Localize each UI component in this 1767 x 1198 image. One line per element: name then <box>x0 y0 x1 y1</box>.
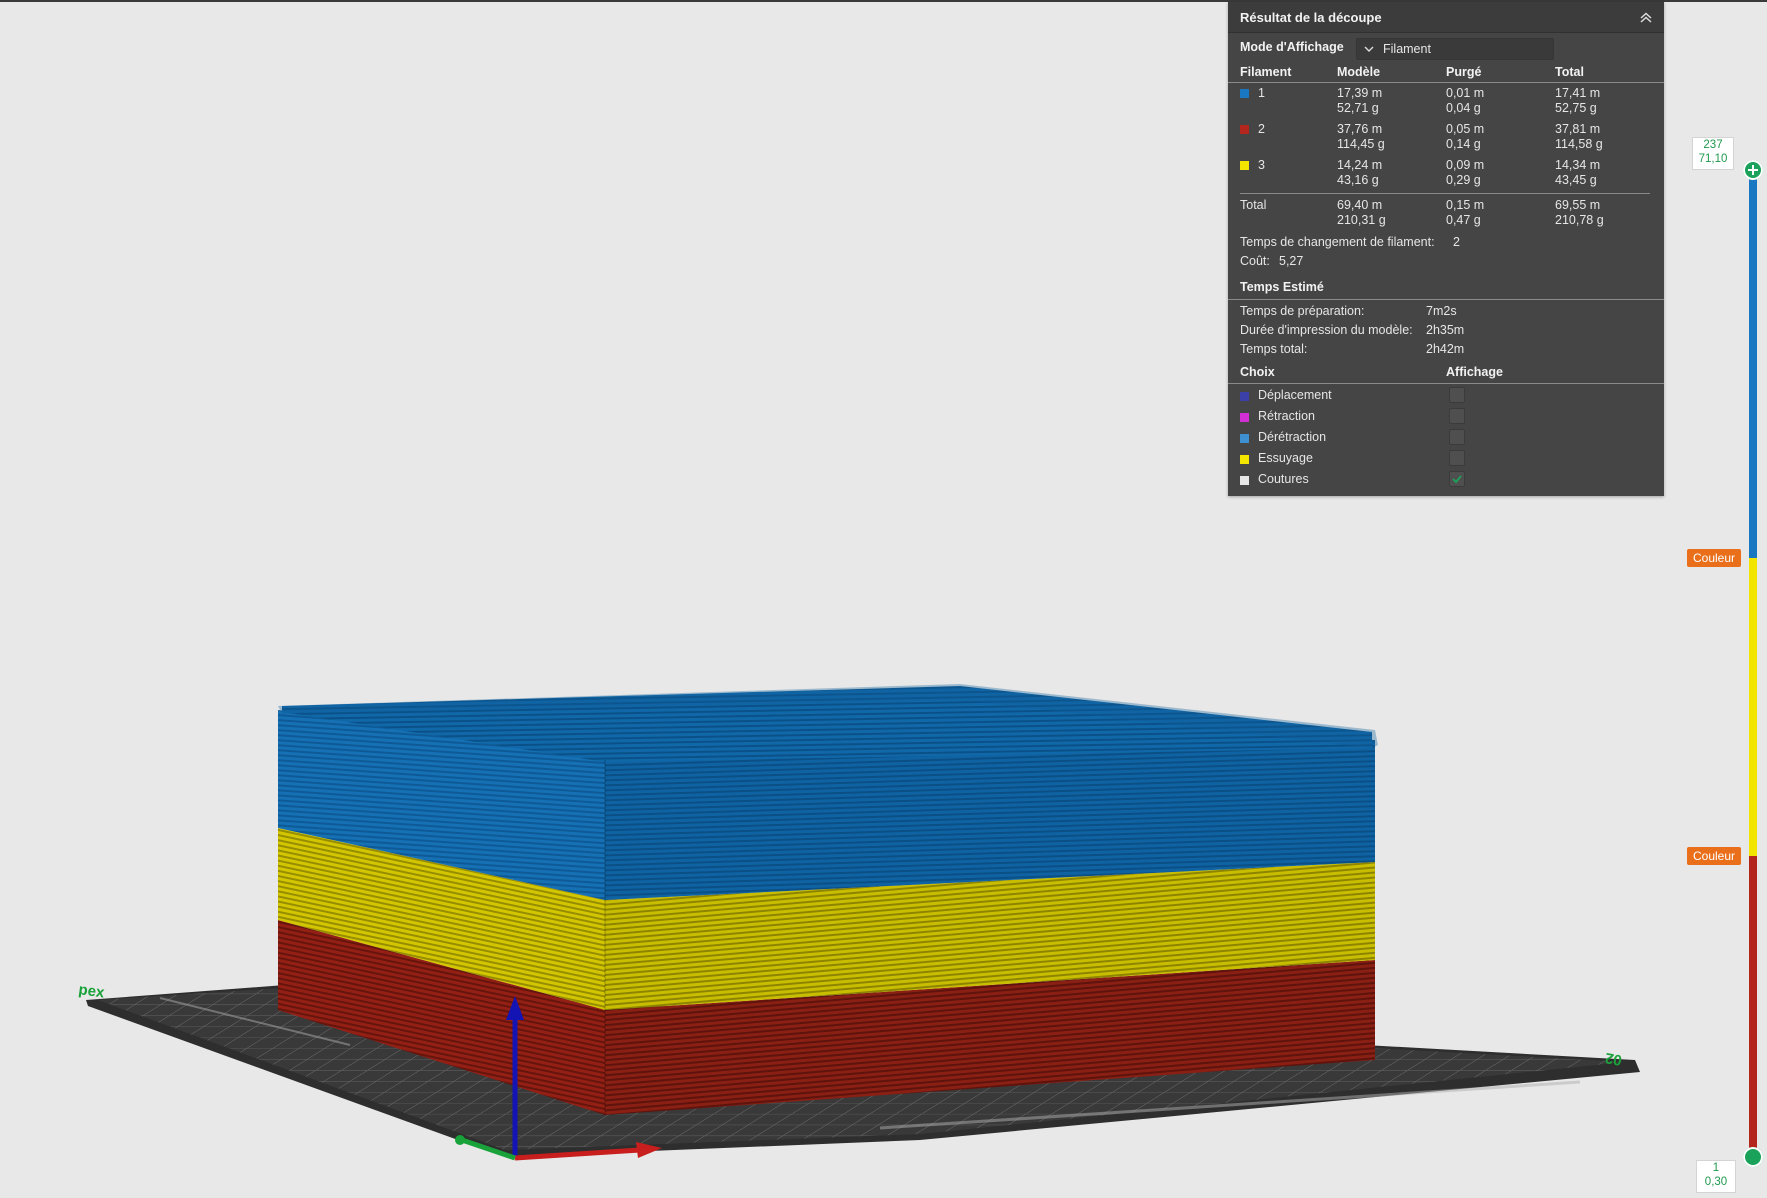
deretraction-swatch <box>1240 434 1249 443</box>
bed-label-right: 02 <box>1604 1049 1623 1069</box>
sliced-model[interactable] <box>278 684 1378 1115</box>
plus-icon <box>1748 165 1758 175</box>
chevron-down-icon <box>1364 46 1374 52</box>
display-mode-value: Filament <box>1383 42 1431 56</box>
model-length: 69,40 m <box>1337 198 1383 212</box>
model-weight: 52,71 g <box>1337 101 1379 115</box>
layer-range-blue <box>1749 170 1757 558</box>
total-weight: 52,75 g <box>1555 101 1597 115</box>
panel-title: Résultat de la découpe <box>1240 10 1382 25</box>
col-header-total: Total <box>1555 65 1584 79</box>
option-label: Coutures <box>1258 472 1309 486</box>
panel-header: Résultat de la découpe <box>1228 2 1664 33</box>
display-mode-select[interactable]: Filament <box>1356 38 1554 60</box>
totals-label: Total <box>1240 198 1267 212</box>
filament-2-swatch <box>1240 125 1249 134</box>
purged-weight: 0,29 g <box>1446 173 1481 187</box>
header-divider <box>1228 82 1664 83</box>
purged-weight: 0,47 g <box>1446 213 1481 227</box>
seams-checkbox[interactable] <box>1449 471 1465 487</box>
display-mode-label: Mode d'Affichage <box>1240 40 1344 54</box>
col-header-purged: Purgé <box>1446 65 1482 79</box>
option-label: Rétraction <box>1258 409 1315 423</box>
checkmark-icon <box>1452 475 1462 484</box>
bed-label-left: pex <box>77 981 106 1002</box>
model-length: 14,24 m <box>1337 158 1383 172</box>
layer-slider-track[interactable] <box>1749 170 1757 1156</box>
total-time-value: 2h42m <box>1426 342 1465 356</box>
filament-id: 1 <box>1258 86 1265 100</box>
estimated-time-heading: Temps Estimé <box>1240 280 1324 294</box>
print-time-value: 2h35m <box>1426 323 1465 337</box>
total-time-label: Temps total: <box>1240 342 1308 356</box>
total-weight: 114,58 g <box>1555 137 1603 151</box>
option-label: Essuyage <box>1258 451 1313 465</box>
print-time-label: Durée d'impression du modèle: <box>1240 323 1413 337</box>
filament-id: 2 <box>1258 122 1265 136</box>
purged-length: 0,05 m <box>1446 122 1485 136</box>
col-header-model: Modèle <box>1337 65 1381 79</box>
color-change-marker-2[interactable]: Couleur <box>1687 847 1742 865</box>
model-length: 37,76 m <box>1337 122 1383 136</box>
bottom-layer-handle[interactable] <box>1743 1147 1763 1167</box>
filament-3-swatch <box>1240 161 1249 170</box>
total-length: 17,41 m <box>1555 86 1601 100</box>
total-length: 37,81 m <box>1555 122 1601 136</box>
purged-weight: 0,14 g <box>1446 137 1481 151</box>
filament-id: 3 <box>1258 158 1265 172</box>
top-layer-number: 237 <box>1703 139 1723 151</box>
option-label: Déplacement <box>1258 388 1332 402</box>
wipe-swatch <box>1240 455 1249 464</box>
wipe-checkbox[interactable] <box>1449 450 1465 466</box>
display-header: Affichage <box>1446 365 1503 379</box>
slice-result-panel: Résultat de la découpe Mode d'Affichage … <box>1228 2 1664 496</box>
options-divider <box>1228 383 1664 384</box>
bottom-layer-readout: 1 0,30 <box>1696 1160 1736 1193</box>
model-weight: 43,16 g <box>1337 173 1379 187</box>
top-layer-handle[interactable] <box>1743 160 1763 180</box>
totals-divider <box>1240 193 1650 194</box>
purged-weight: 0,04 g <box>1446 101 1481 115</box>
top-layer-readout: 237 71,10 <box>1692 137 1734 170</box>
time-divider <box>1228 299 1664 300</box>
filament-1-swatch <box>1240 89 1249 98</box>
total-length: 14,34 m <box>1555 158 1601 172</box>
model-length: 17,39 m <box>1337 86 1383 100</box>
travel-checkbox[interactable] <box>1449 387 1465 403</box>
purged-length: 0,15 m <box>1446 198 1485 212</box>
bottom-layer-height: 0,30 <box>1704 1176 1728 1188</box>
deretraction-checkbox[interactable] <box>1449 429 1465 445</box>
purged-length: 0,01 m <box>1446 86 1485 100</box>
layer-range-yellow <box>1749 558 1757 856</box>
purged-length: 0,09 m <box>1446 158 1485 172</box>
choice-header: Choix <box>1240 365 1275 379</box>
travel-swatch <box>1240 392 1249 401</box>
prep-time-value: 7m2s <box>1426 304 1457 318</box>
prep-time-label: Temps de préparation: <box>1240 304 1365 318</box>
filament-change-value: 2 <box>1453 235 1460 249</box>
color-change-marker-1[interactable]: Couleur <box>1687 549 1742 567</box>
option-label: Dérétraction <box>1258 430 1327 444</box>
retraction-swatch <box>1240 413 1249 422</box>
bottom-layer-number: 1 <box>1712 1162 1720 1174</box>
layer-range-red <box>1749 856 1757 1156</box>
total-length: 69,55 m <box>1555 198 1601 212</box>
total-weight: 43,45 g <box>1555 173 1597 187</box>
model-weight: 114,45 g <box>1337 137 1385 151</box>
filament-change-label: Temps de changement de filament: <box>1240 235 1435 249</box>
col-header-filament: Filament <box>1240 65 1292 79</box>
cost-label: Coût: <box>1240 254 1270 268</box>
model-weight: 210,31 g <box>1337 213 1386 227</box>
cost-value: 5,27 <box>1279 254 1304 268</box>
retraction-checkbox[interactable] <box>1449 408 1465 424</box>
total-weight: 210,78 g <box>1555 213 1604 227</box>
collapse-icon[interactable] <box>1638 9 1654 25</box>
seams-swatch <box>1240 476 1249 485</box>
top-layer-height: 71,10 <box>1698 153 1728 165</box>
